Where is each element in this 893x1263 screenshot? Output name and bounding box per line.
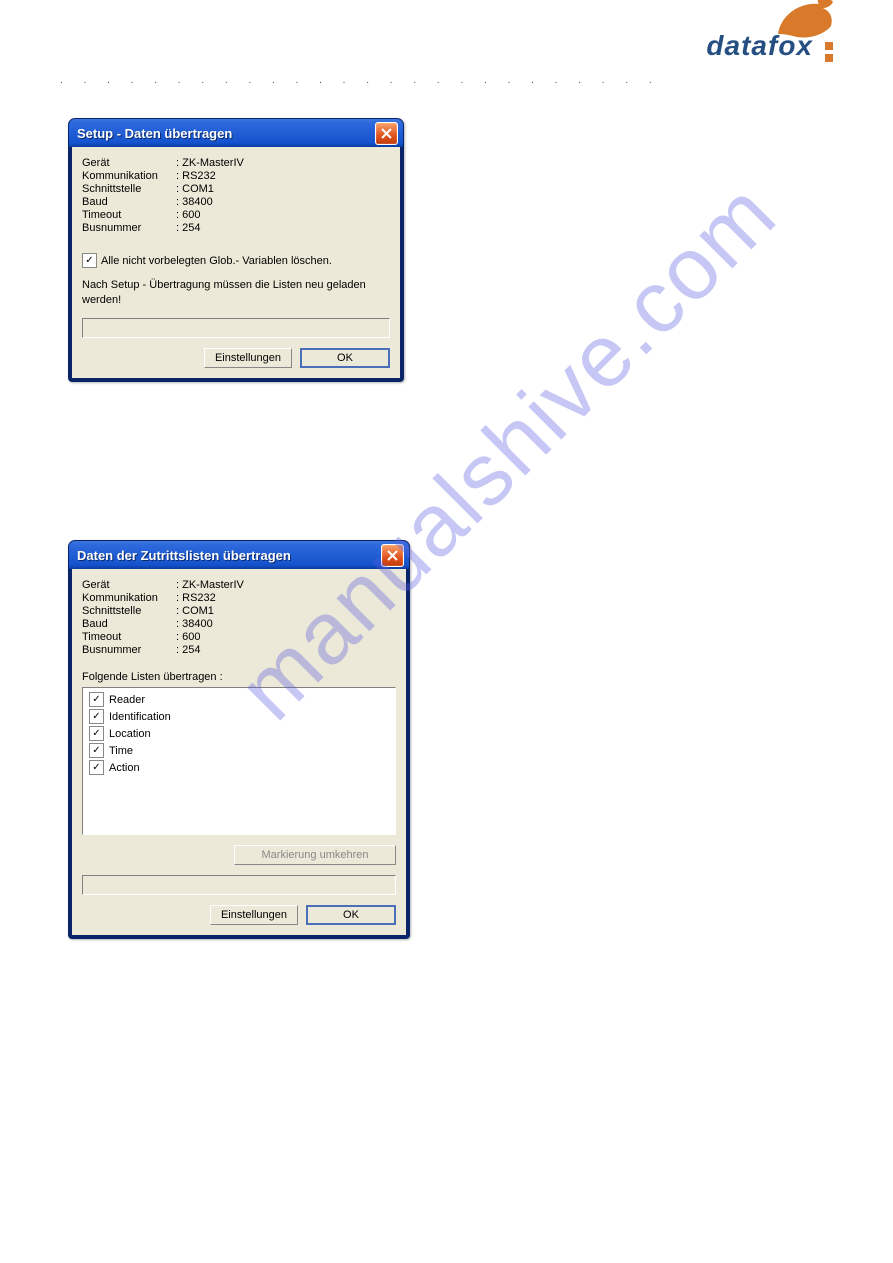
logo-colon-icon bbox=[825, 42, 833, 62]
settings-button[interactable]: Einstellungen bbox=[204, 348, 292, 368]
list-item[interactable]: ✓ Identification bbox=[87, 708, 391, 725]
connection-info-table: Gerät: ZK-MasterIV Kommunikation: RS232 … bbox=[82, 579, 250, 657]
field-value: 254 bbox=[182, 644, 200, 656]
list-item[interactable]: ✓ Action bbox=[87, 759, 391, 776]
field-value: COM1 bbox=[182, 183, 214, 195]
ok-button[interactable]: OK bbox=[306, 905, 396, 925]
list-item[interactable]: ✓ Reader bbox=[87, 691, 391, 708]
field-label: Kommunikation bbox=[82, 170, 176, 183]
field-label: Gerät bbox=[82, 579, 176, 592]
field-value: 254 bbox=[182, 222, 200, 234]
brand-logo: datafox bbox=[706, 30, 833, 62]
field-value: COM1 bbox=[182, 605, 214, 617]
list-checkbox[interactable]: ✓ bbox=[89, 760, 104, 775]
window-title: Daten der Zutrittslisten übertragen bbox=[77, 548, 291, 563]
list-item[interactable]: ✓ Time bbox=[87, 742, 391, 759]
close-button[interactable] bbox=[381, 544, 404, 567]
list-checkbox[interactable]: ✓ bbox=[89, 692, 104, 707]
field-label: Schnittstelle bbox=[82, 605, 176, 618]
close-icon bbox=[381, 128, 392, 139]
list-item-label: Location bbox=[109, 728, 151, 740]
field-label: Kommunikation bbox=[82, 592, 176, 605]
list-item-label: Reader bbox=[109, 694, 145, 706]
list-checkbox[interactable]: ✓ bbox=[89, 743, 104, 758]
field-value: 38400 bbox=[182, 618, 213, 630]
field-label: Gerät bbox=[82, 157, 176, 170]
field-label: Timeout bbox=[82, 209, 176, 222]
progress-bar bbox=[82, 875, 396, 895]
field-label: Busnummer bbox=[82, 644, 176, 657]
fox-icon bbox=[773, 0, 835, 38]
field-value: RS232 bbox=[182, 592, 216, 604]
ok-button[interactable]: OK bbox=[300, 348, 390, 368]
list-item-label: Identification bbox=[109, 711, 171, 723]
lists-caption: Folgende Listen übertragen : bbox=[82, 671, 396, 683]
access-lists-transfer-dialog: Daten der Zutrittslisten übertragen Gerä… bbox=[68, 540, 410, 939]
field-label: Baud bbox=[82, 618, 176, 631]
progress-bar bbox=[82, 318, 390, 338]
connection-info-table: Gerät: ZK-MasterIV Kommunikation: RS232 … bbox=[82, 157, 250, 235]
lists-listbox[interactable]: ✓Reader ✓Identification ✓Location ✓Time … bbox=[82, 687, 396, 835]
close-icon bbox=[387, 550, 398, 561]
list-item-label: Action bbox=[109, 762, 140, 774]
clear-globals-checkbox[interactable]: ✓ bbox=[82, 253, 97, 268]
settings-button[interactable]: Einstellungen bbox=[210, 905, 298, 925]
setup-transfer-dialog: Setup - Daten übertragen Gerät: ZK-Maste… bbox=[68, 118, 404, 382]
invert-selection-button[interactable]: Markierung umkehren bbox=[234, 845, 396, 865]
list-item-label: Time bbox=[109, 745, 133, 757]
titlebar: Daten der Zutrittslisten übertragen bbox=[69, 541, 409, 569]
titlebar: Setup - Daten übertragen bbox=[69, 119, 403, 147]
field-value: ZK-MasterIV bbox=[182, 157, 244, 169]
window-title: Setup - Daten übertragen bbox=[77, 126, 232, 141]
list-checkbox[interactable]: ✓ bbox=[89, 726, 104, 741]
field-value: 38400 bbox=[182, 196, 213, 208]
header-divider-dots: . . . . . . . . . . . . . . . . . . . . … bbox=[60, 75, 653, 86]
field-label: Busnummer bbox=[82, 222, 176, 235]
field-value: ZK-MasterIV bbox=[182, 579, 244, 591]
list-item[interactable]: ✓ Location bbox=[87, 725, 391, 742]
field-label: Baud bbox=[82, 196, 176, 209]
list-checkbox[interactable]: ✓ bbox=[89, 709, 104, 724]
field-value: RS232 bbox=[182, 170, 216, 182]
field-label: Timeout bbox=[82, 631, 176, 644]
field-value: 600 bbox=[182, 631, 200, 643]
clear-globals-label: Alle nicht vorbelegten Glob.- Variablen … bbox=[101, 255, 332, 267]
reload-lists-note: Nach Setup - Übertragung müssen die List… bbox=[82, 278, 390, 308]
field-label: Schnittstelle bbox=[82, 183, 176, 196]
close-button[interactable] bbox=[375, 122, 398, 145]
field-value: 600 bbox=[182, 209, 200, 221]
